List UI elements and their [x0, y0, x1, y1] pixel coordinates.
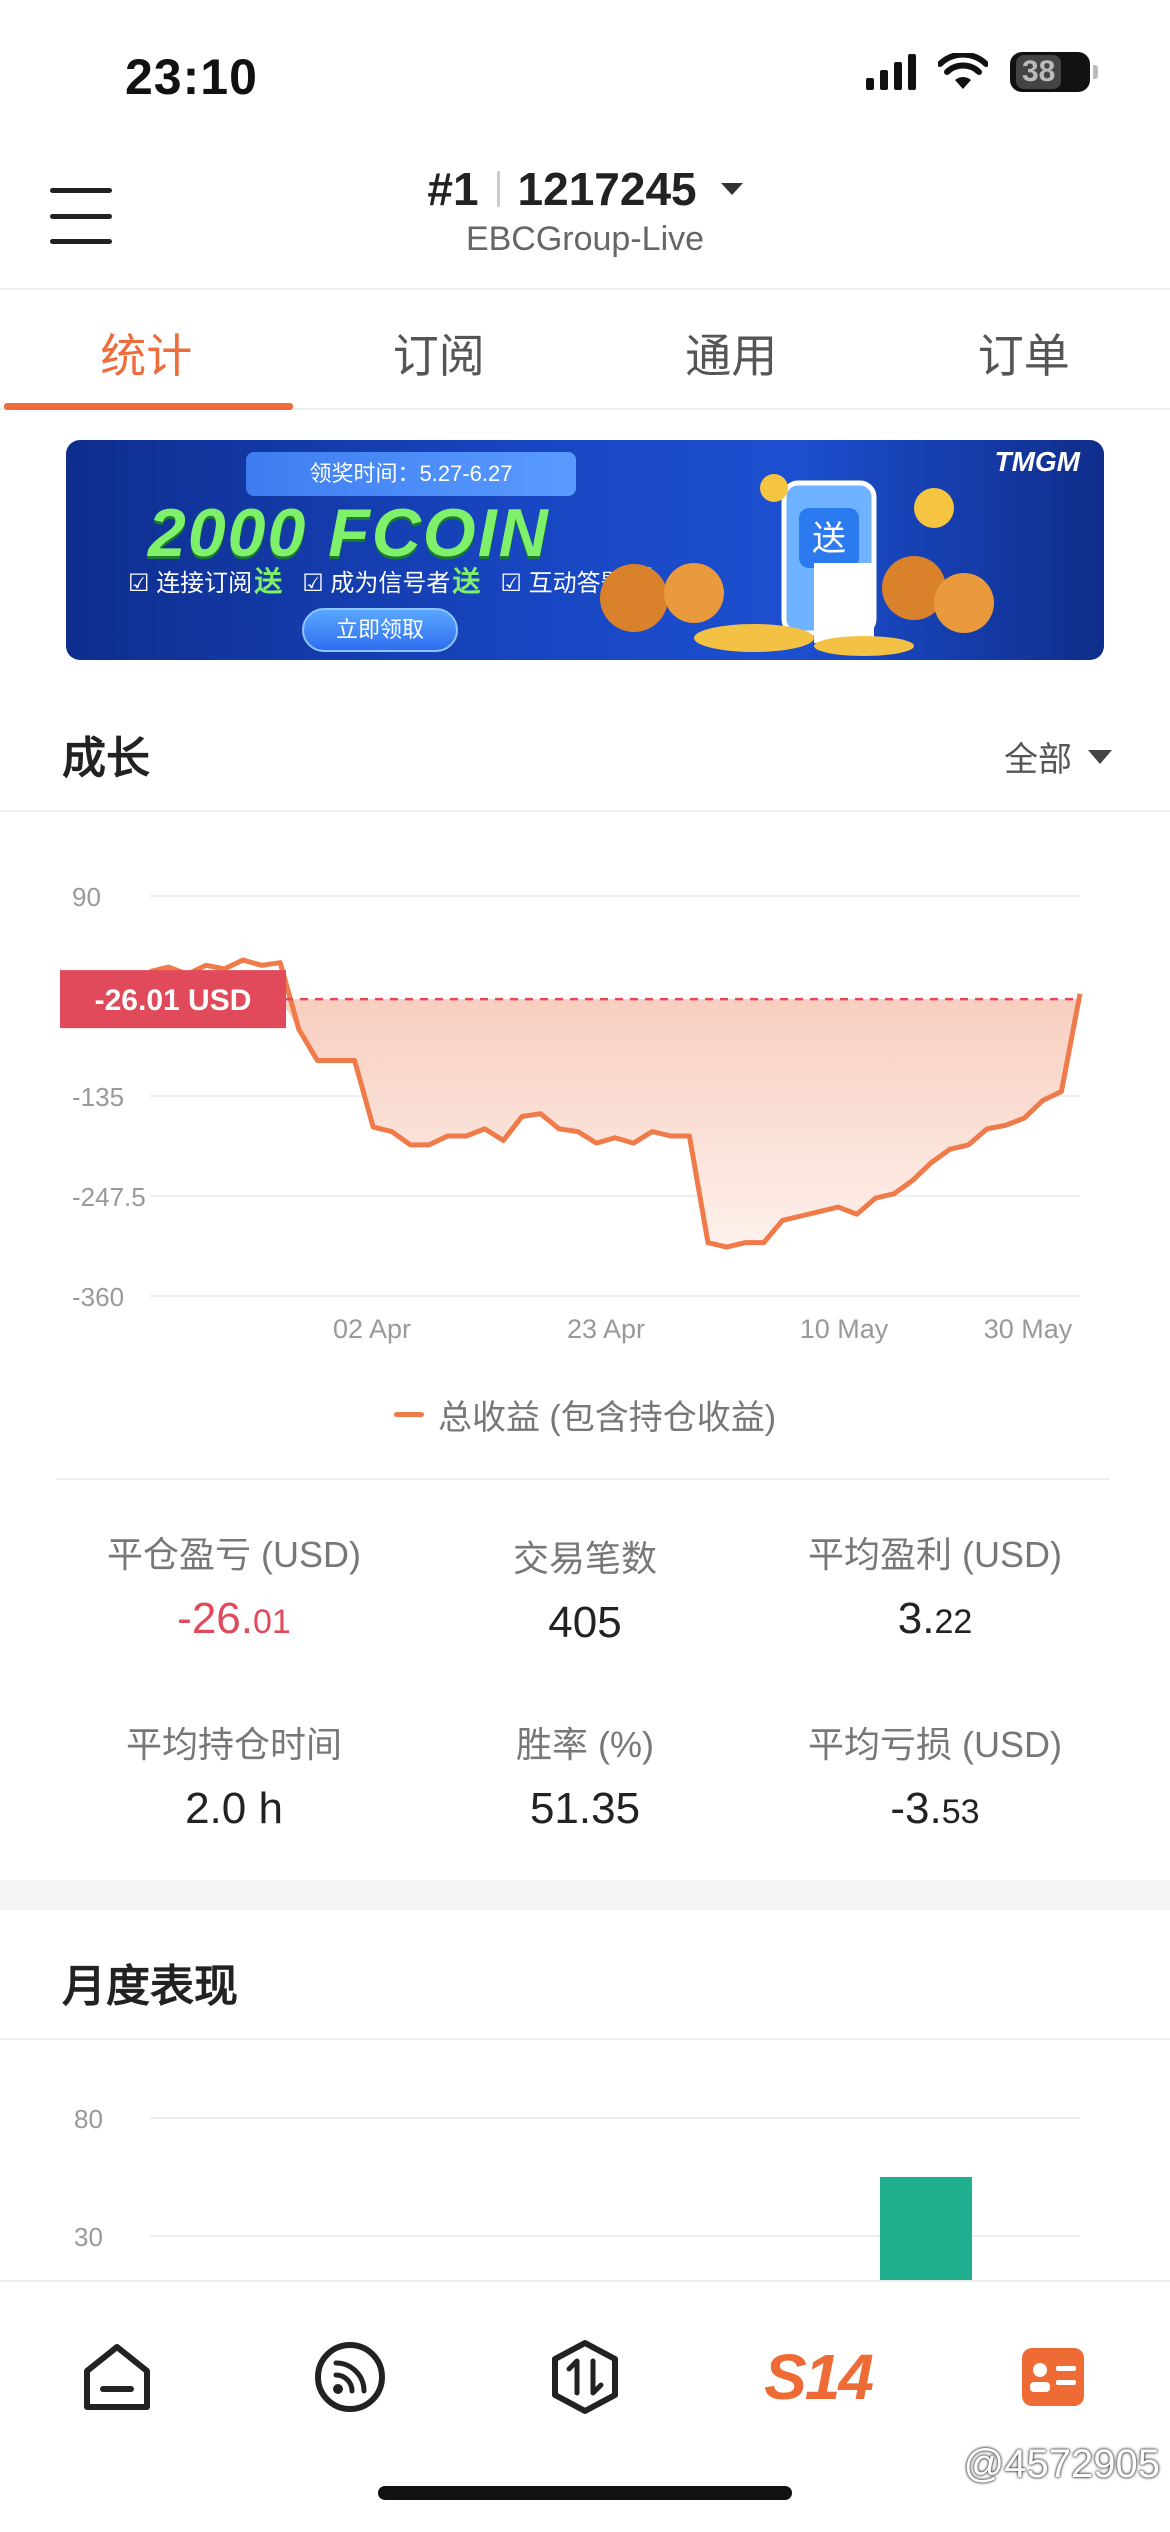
stat-value: 405 — [548, 1598, 622, 1647]
s14-icon: S14 — [764, 2341, 874, 2413]
stat-label: 交易笔数 — [512, 1538, 657, 1579]
promo-banner[interactable]: 领奖时间：5.27-6.27 2000 FCOIN ☑ 连接订阅送 ☑ 成为信号… — [66, 440, 1104, 660]
section-title: 成长 — [62, 734, 150, 783]
x-tick-label: 30 May — [984, 1314, 1073, 1344]
app-header: #1 1217245 EBCGroup-Live — [0, 150, 1170, 290]
x-tick-label: 10 May — [800, 1314, 889, 1344]
nav-trade[interactable] — [540, 2332, 630, 2422]
tab-bar: 统计 订阅 通用 订单 — [0, 292, 1170, 410]
tab-general[interactable]: 通用 — [585, 292, 878, 408]
banner-period: 领奖时间：5.27-6.27 — [246, 452, 576, 496]
stat-avg-loss: 平均亏损 (USD) -3.53 — [755, 1716, 1115, 1834]
account-rank: #1 — [427, 163, 479, 215]
growth-chart-svg: 90 -135 -247.5 -360 -26.01 USD 02 Apr 23 Apr 10… — [60, 882, 1083, 1344]
range-label: 全部 — [1004, 741, 1072, 779]
chart-legend: 总收益 (包含持仓收益) — [0, 1390, 1170, 1439]
banner-features: ☑ 连接订阅送 ☑ 成为信号者送 ☑ 互动答题送 — [128, 560, 655, 600]
tab-orders[interactable]: 订单 — [878, 292, 1170, 408]
battery-level: 38 — [1016, 55, 1062, 89]
stat-value: 2.0 h — [185, 1784, 283, 1833]
status-icons: 38 — [866, 52, 1098, 92]
stat-closed-pnl: 平仓盈亏 (USD) -26.01 — [54, 1526, 414, 1644]
stat-label: 平仓盈亏 (USD) — [107, 1534, 361, 1575]
monthly-bar — [880, 2177, 972, 2280]
y-tick-label: -247.5 — [72, 1182, 146, 1212]
y-tick-label: -360 — [72, 1282, 124, 1312]
status-time: 23:10 — [125, 49, 258, 105]
stat-value: 3.22 — [897, 1594, 973, 1643]
y-tick-label: -135 — [72, 1082, 124, 1112]
nav-feed[interactable] — [305, 2332, 395, 2422]
area-fill — [150, 999, 1080, 1248]
profile-card-icon — [1022, 2348, 1084, 2406]
x-tick-label: 23 Apr — [567, 1314, 645, 1344]
stat-avg-hold-time: 平均持仓时间 2.0 h — [54, 1716, 414, 1834]
home-indicator[interactable] — [378, 2486, 792, 2500]
divider — [496, 171, 500, 207]
divider — [56, 1478, 1110, 1480]
banner-feature: ☑ 成为信号者送 — [302, 566, 481, 597]
battery-icon: 38 — [1010, 52, 1098, 92]
current-value-label: -26.01 USD — [95, 984, 252, 1017]
status-bar: 23:10 38 — [0, 0, 1170, 150]
tab-statistics[interactable]: 统计 — [0, 292, 293, 410]
banner-claim-button[interactable]: 立即领取 — [302, 608, 458, 652]
account-id: 1217245 — [517, 163, 697, 215]
home-icon — [84, 2344, 150, 2410]
cellular-signal-icon — [866, 54, 916, 90]
y-tick-label: 80 — [74, 2104, 103, 2134]
triangle-down-icon — [1088, 749, 1112, 764]
stat-avg-profit: 平均盈利 (USD) 3.22 — [755, 1526, 1115, 1644]
stat-trade-count: 交易笔数 405 — [405, 1530, 765, 1648]
banner-feature: ☑ 连接订阅送 — [128, 566, 283, 597]
tab-subscription[interactable]: 订阅 — [293, 292, 586, 408]
coin-bags-illustration: 送 — [600, 474, 994, 656]
wifi-icon — [938, 53, 988, 89]
section-separator — [0, 1880, 1170, 1910]
y-tick-label: 30 — [74, 2222, 103, 2252]
caret-down-icon — [720, 183, 743, 195]
stat-value: 51.35 — [529, 1784, 641, 1833]
monthly-section-header: 月度表现 — [0, 1910, 1170, 2040]
stat-label: 平均持仓时间 — [125, 1724, 342, 1765]
stat-label: 胜率 (%) — [516, 1724, 654, 1765]
x-tick-label: 02 Apr — [333, 1314, 411, 1344]
section-title: 月度表现 — [62, 1962, 238, 2011]
nav-profile[interactable] — [1008, 2332, 1098, 2422]
feed-icon — [315, 2342, 385, 2412]
stat-label: 平均亏损 (USD) — [808, 1724, 1062, 1765]
stat-value: -3.53 — [890, 1784, 980, 1833]
svg-text:送: 送 — [812, 519, 846, 559]
watermark: @4572905 — [963, 2442, 1160, 2486]
stat-label: 平均盈利 (USD) — [808, 1534, 1062, 1575]
account-server: EBCGroup-Live — [465, 220, 705, 258]
legend-swatch — [393, 1412, 424, 1417]
growth-section-header: 成长 全部 — [0, 692, 1170, 812]
legend-label: 总收益 (包含持仓收益) — [437, 1399, 777, 1437]
account-selector[interactable]: #1 1217245 EBCGroup-Live — [0, 162, 1170, 259]
monthly-chart: 80 30 — [0, 2040, 1170, 2280]
y-tick-label: 90 — [72, 882, 101, 912]
nav-s14[interactable]: S14 — [758, 2332, 878, 2422]
monthly-chart-svg: 80 30 — [74, 2104, 1080, 2280]
tmgm-logo: TMGM — [994, 446, 1080, 477]
stat-win-rate: 胜率 (%) 51.35 — [405, 1716, 765, 1834]
nav-home[interactable] — [72, 2332, 162, 2422]
growth-chart: 90 -135 -247.5 -360 -26.01 USD 02 Apr 23 Apr 10… — [0, 820, 1170, 1350]
stat-value: -26.01 — [177, 1594, 291, 1643]
trade-icon — [552, 2340, 618, 2414]
range-selector[interactable]: 全部 — [1004, 732, 1112, 781]
